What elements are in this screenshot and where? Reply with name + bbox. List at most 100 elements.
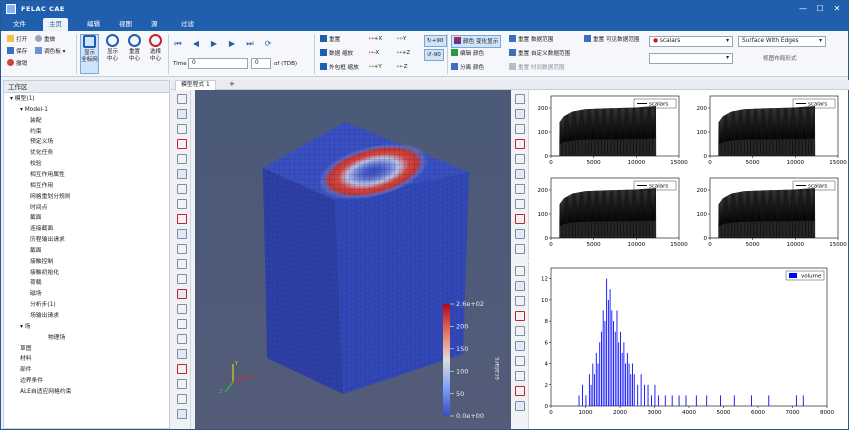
reset-custom-range-button[interactable]: 重置 自定义数据范围 bbox=[509, 49, 570, 58]
view-plus-z-button[interactable]: ↦+Z bbox=[397, 49, 410, 57]
maximize-button[interactable]: ☐ bbox=[813, 3, 827, 15]
tree-item[interactable]: 校验 bbox=[30, 161, 42, 168]
next-frame-icon[interactable]: ▶ bbox=[227, 39, 237, 49]
prev-frame-icon[interactable]: ◀ bbox=[191, 39, 201, 49]
tree-item[interactable]: 相互作用属性 bbox=[30, 172, 65, 179]
list-icon[interactable] bbox=[177, 94, 187, 104]
tab-filter[interactable]: 过滤 bbox=[175, 18, 200, 31]
probe-line-icon[interactable] bbox=[177, 364, 187, 374]
frame-icon[interactable] bbox=[177, 124, 187, 134]
open-button[interactable]: 打开 bbox=[7, 35, 27, 44]
view-minus-z-button[interactable]: ↦-Z bbox=[397, 63, 408, 71]
tree-item[interactable]: 磁场 bbox=[30, 291, 42, 298]
show-all-mesh-button[interactable]: 显示 全标网 bbox=[80, 34, 99, 74]
cut-icon[interactable] bbox=[177, 334, 187, 344]
component-select[interactable]: ▾ bbox=[649, 53, 733, 64]
reset-center-button[interactable]: 重置 中心 bbox=[125, 34, 144, 63]
more-icon[interactable] bbox=[515, 401, 525, 411]
camera-icon[interactable] bbox=[177, 184, 187, 194]
select-icon[interactable] bbox=[177, 199, 187, 209]
delete-icon[interactable] bbox=[177, 259, 187, 269]
zoom-in-icon[interactable] bbox=[177, 214, 187, 224]
add-tab-button[interactable]: + bbox=[229, 80, 235, 89]
tree-item[interactable]: ▾ 场 bbox=[20, 324, 31, 331]
separate-color-button[interactable]: 分离 颜色 bbox=[451, 63, 484, 72]
select-icon[interactable] bbox=[515, 341, 525, 351]
view-plus-y-button[interactable]: ↦+Y bbox=[369, 63, 382, 71]
edit-color-button[interactable]: 编辑 颜色 bbox=[451, 49, 484, 58]
add-icon[interactable] bbox=[177, 244, 187, 254]
tree-item[interactable]: 边界条件 bbox=[20, 378, 43, 385]
delete-icon[interactable] bbox=[515, 199, 525, 209]
tree-item[interactable]: 约束 bbox=[30, 129, 42, 136]
reset-time-range-button[interactable]: 重置 时间数据范围 bbox=[509, 63, 565, 72]
tree-item[interactable]: 网格重划分规则 bbox=[30, 194, 71, 201]
camera-icon[interactable] bbox=[515, 154, 525, 164]
rotate-left-icon[interactable] bbox=[177, 154, 187, 164]
reset-visible-range-button[interactable]: 重置 可见数据范围 bbox=[584, 35, 640, 44]
view-minus-x-button[interactable]: ↦-X bbox=[369, 49, 379, 57]
probe-icon[interactable] bbox=[177, 274, 187, 284]
tab-edit[interactable]: 编辑 bbox=[81, 18, 106, 31]
rotate-right-icon[interactable] bbox=[177, 169, 187, 179]
tree-item[interactable]: 相互作用 bbox=[30, 183, 53, 190]
select-center-button[interactable]: 选择 中心 bbox=[146, 34, 165, 63]
tree-item[interactable]: 场输出请求 bbox=[30, 313, 59, 320]
close-icon[interactable] bbox=[515, 139, 525, 149]
zoom-bbox-button[interactable]: 外包框 缩放 bbox=[320, 63, 359, 72]
tab-home[interactable]: 主页 bbox=[43, 18, 68, 31]
tree-item[interactable]: 优化任务 bbox=[30, 150, 53, 157]
tree-item[interactable]: 截面 bbox=[30, 248, 42, 255]
close-icon[interactable] bbox=[177, 139, 187, 149]
tree-item[interactable]: 荷载 bbox=[30, 280, 42, 287]
zoom-data-button[interactable]: 数据 缩放 bbox=[320, 49, 353, 58]
frame-icon[interactable] bbox=[515, 296, 525, 306]
reset-data-range-button[interactable]: 重置 数据范围 bbox=[509, 35, 553, 44]
tag-icon[interactable] bbox=[177, 289, 187, 299]
tree-item[interactable]: 物理场 bbox=[48, 335, 65, 342]
slice-icon[interactable] bbox=[177, 349, 187, 359]
tab-view[interactable]: 视图 bbox=[113, 18, 138, 31]
3d-viewport[interactable]: Y X Z 2.6e+02 200 150 100 50 0.0e+00 scalars bbox=[195, 90, 511, 429]
tree-item[interactable]: 历程输出请求 bbox=[30, 237, 65, 244]
probe-icon[interactable] bbox=[515, 214, 525, 224]
rotate-plus-90-button[interactable]: ↻+90 bbox=[424, 35, 447, 47]
pick-icon[interactable] bbox=[177, 229, 187, 239]
tree-item[interactable]: 分析步(1) bbox=[30, 302, 56, 309]
grid-icon[interactable] bbox=[177, 109, 187, 119]
toggle-color-legend-button[interactable]: 颜色 变化显示 bbox=[451, 35, 502, 48]
play-icon[interactable]: ▶ bbox=[209, 39, 219, 49]
select-icon[interactable] bbox=[515, 169, 525, 179]
tree-item[interactable]: 部件 bbox=[20, 367, 32, 374]
list-icon[interactable] bbox=[515, 94, 525, 104]
tab-file[interactable]: 文件 bbox=[7, 18, 32, 31]
tree-item[interactable]: ▾ Model-1 bbox=[20, 107, 48, 114]
view-minus-y-button[interactable]: ↦-Y bbox=[397, 35, 406, 43]
reset-camera-button[interactable]: 重置 bbox=[320, 35, 340, 44]
close-button[interactable]: ✕ bbox=[830, 3, 844, 15]
delete-icon[interactable] bbox=[515, 371, 525, 381]
viewport-tab[interactable]: 模型程式 1 bbox=[175, 80, 216, 90]
palette-button[interactable]: 调色板 ▾ bbox=[35, 47, 65, 56]
select-points-icon[interactable] bbox=[177, 379, 187, 389]
representation-select[interactable]: Surface With Edges ▾ bbox=[738, 36, 826, 47]
tree-item[interactable]: 截面 bbox=[30, 215, 42, 222]
minimize-button[interactable]: — bbox=[796, 3, 810, 15]
redo-button[interactable]: 重做 bbox=[35, 35, 55, 44]
first-frame-icon[interactable]: ⏮ bbox=[173, 39, 183, 49]
tree-item[interactable]: 装配 bbox=[30, 118, 42, 125]
more-icon[interactable] bbox=[515, 244, 525, 254]
undo-button[interactable]: 撤销 bbox=[7, 59, 27, 68]
tree-item[interactable]: ALE自适应网格约束 bbox=[20, 389, 71, 396]
more-icon[interactable] bbox=[177, 409, 187, 419]
tree-item[interactable]: 连接截面 bbox=[30, 226, 53, 233]
probe-icon[interactable] bbox=[515, 386, 525, 396]
clip-icon[interactable] bbox=[177, 319, 187, 329]
add-icon[interactable] bbox=[515, 184, 525, 194]
frame-input[interactable]: 0 bbox=[251, 58, 271, 69]
frame-icon[interactable] bbox=[515, 124, 525, 134]
camera-icon[interactable] bbox=[515, 326, 525, 336]
view-plus-x-button[interactable]: ↦+X bbox=[369, 35, 382, 43]
time-input[interactable]: 0 bbox=[188, 58, 248, 69]
tree-item[interactable]: 预定义场 bbox=[30, 139, 53, 146]
